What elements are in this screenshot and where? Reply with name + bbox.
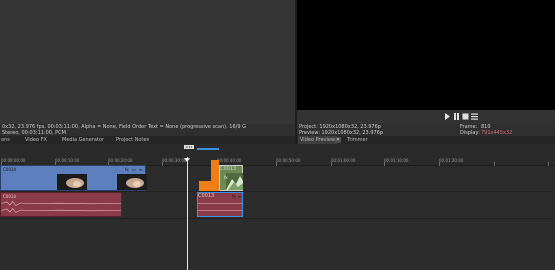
stop-icon[interactable] [462,113,469,120]
ruler-label: 00:01:10:00 [384,158,409,163]
tab-trimmer[interactable]: Trimmer [347,136,368,144]
ruler-label: 00:01:20:00 [439,158,464,163]
ruler-tick [548,162,549,166]
tab-project-notes[interactable]: Project Notes [116,136,149,144]
crop-icon[interactable]: ▭ [132,167,136,172]
track-separator [0,218,555,219]
video-clip-name: C0014 [3,167,16,172]
clip-menu-icon[interactable]: ≡ [238,194,241,199]
fx-icon[interactable]: fx [125,167,129,172]
timeline-ruler[interactable]: 0:13 00:00:00:00 00:00:10:00 00:00:20:00… [0,144,555,166]
ruler-tick [276,162,277,166]
ruler-tick [162,162,163,166]
project-media-panel [0,0,295,124]
audio-clip-selected[interactable]: C0013 fx ≡ [197,192,243,217]
audio-waveform [1,201,121,206]
ruler-tick [494,162,495,166]
video-thumbnail [57,174,87,190]
audio-clip-name: C0014 [3,194,16,199]
audio-clip[interactable]: C0014 [0,192,122,217]
ruler-label: 00:01:00:00 [331,158,356,163]
playhead[interactable] [187,157,188,270]
tab-media-generator[interactable]: Media Generator [62,136,104,144]
audio-clip-name: C0013 [198,193,215,199]
fx-icon[interactable]: fx [224,175,228,180]
menu-icon[interactable] [471,113,478,120]
video-thumbnail [117,174,147,190]
fx-icon[interactable]: fx [232,194,236,199]
play-icon[interactable] [444,113,451,120]
audio-waveform [1,208,121,213]
audio-waveform [198,210,242,211]
left-dock-tabs: ons Video FX Media Generator Project Not… [0,136,295,144]
pause-icon[interactable] [453,113,460,120]
timeline[interactable]: 0:13 00:00:00:00 00:00:10:00 00:00:20:00… [0,144,555,270]
preview-info-bar: Project: 1920x1080x32, 23.976p Preview: … [297,124,555,136]
right-dock-tabs: Video Preview ✕ Trimmer [297,136,555,144]
close-tab-icon[interactable]: ✕ [335,137,341,143]
ruler-label: 00:00:30:00 [162,158,187,163]
fade-region[interactable] [199,181,219,191]
video-clip-selected[interactable]: C0013 fx [219,165,243,191]
ruler-label: 00:00:50:00 [276,158,301,163]
ruler-tick [384,162,385,166]
media-properties-bar: 0x32, 23.976 fps, 00:03:11:00, Alpha = N… [0,124,295,136]
video-clip-name: C0013 [220,166,237,172]
ruler-label: 00:00:20:00 [108,158,133,163]
tab-video-preview[interactable]: Video Preview [298,136,338,144]
preview-transport-bar [297,110,555,124]
ruler-tick [331,162,332,166]
ruler-label: 00:00:00:00 [1,158,26,163]
cursor-position-label: 0:13 [184,145,194,149]
tab-transitions[interactable]: ons [1,136,10,144]
ruler-tick [439,162,440,166]
audio-waveform [198,203,242,204]
clip-menu-icon[interactable]: ≡ [139,167,142,172]
video-thumbnail [226,173,243,190]
ruler-label: 00:00:40:00 [217,158,242,163]
playhead-handle[interactable] [184,158,190,162]
video-clip[interactable]: C0014 fx ▭ ≡ [0,165,147,191]
tab-video-fx[interactable]: Video FX [25,136,47,144]
loop-region-bar[interactable] [197,148,219,150]
ruler-label: 00:00:10:00 [55,158,80,163]
video-preview-screen [297,0,555,110]
